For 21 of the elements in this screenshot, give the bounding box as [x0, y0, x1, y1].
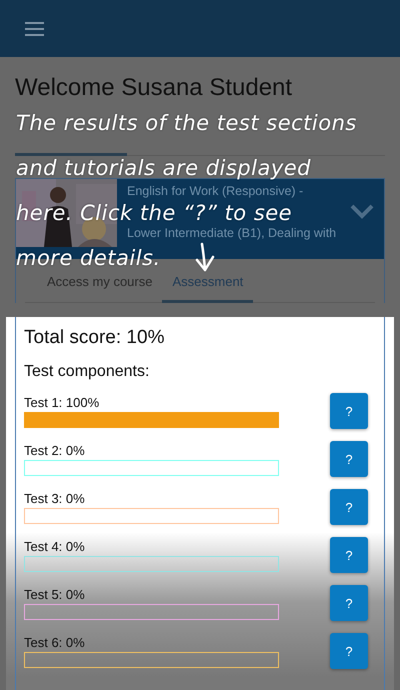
callout-text: and tutorials are displayed: [16, 156, 312, 180]
total-score: Total score: 10%: [24, 326, 166, 350]
test-label: Test 5: 0%: [24, 586, 85, 603]
help-button[interactable]: ?: [330, 393, 368, 429]
callout-text: The results of the test sections: [16, 111, 357, 135]
help-button[interactable]: ?: [330, 489, 368, 525]
test-label: Test 1: 100%: [24, 394, 100, 411]
test-label: Test 3: 0%: [24, 490, 85, 507]
test-label: Test 4: 0%: [24, 538, 85, 555]
test-label: Test 6: 0%: [24, 634, 85, 651]
chevron-icon[interactable]: [350, 203, 374, 219]
help-button[interactable]: ?: [330, 441, 368, 477]
help-button[interactable]: ?: [330, 585, 368, 621]
course-title: English for Work (Responsive) -: [127, 183, 304, 199]
course-level: Lower Intermediate (B1), Dealing with: [127, 225, 336, 241]
help-button[interactable]: ?: [330, 537, 368, 573]
components-title: Test components:: [24, 362, 150, 382]
help-button[interactable]: ?: [330, 633, 368, 669]
welcome-heading: Welcome Susana Student: [15, 73, 294, 103]
menu-icon[interactable]: [25, 22, 44, 36]
test-label: Test 2: 0%: [24, 442, 85, 459]
